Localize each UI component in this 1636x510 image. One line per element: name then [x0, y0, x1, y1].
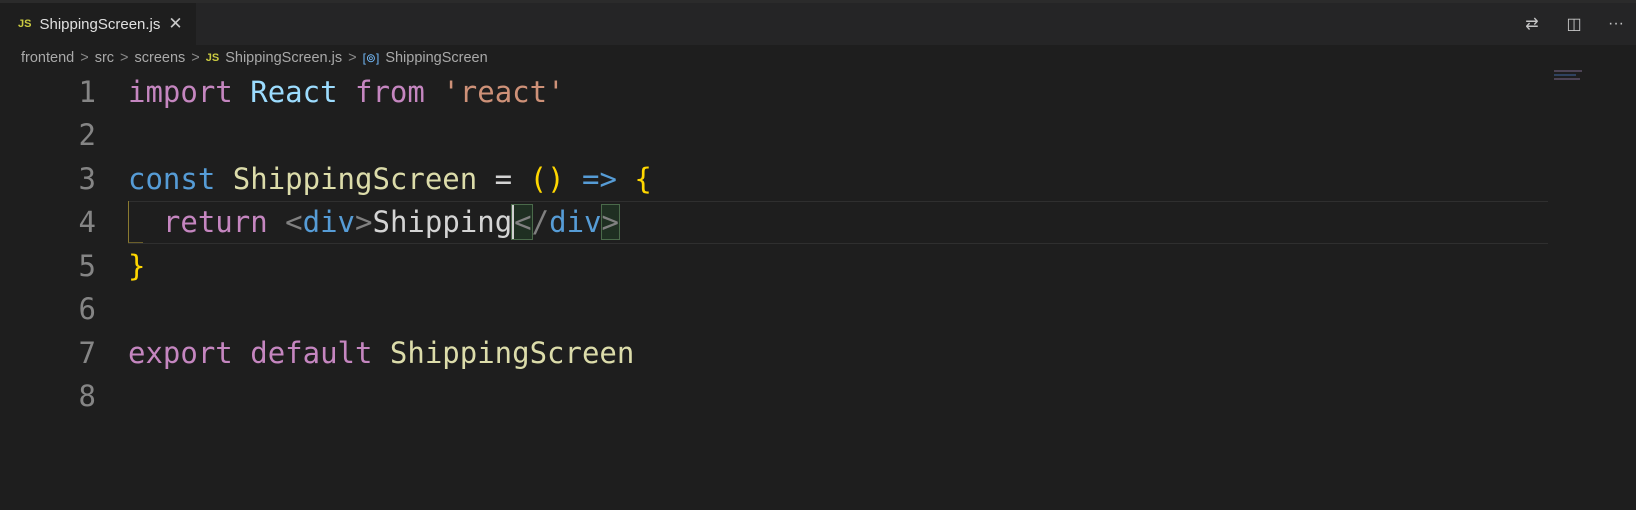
- breadcrumb-symbol[interactable]: ShippingScreen: [385, 50, 487, 66]
- js-file-icon: JS: [205, 52, 220, 64]
- code-token: React: [250, 74, 338, 109]
- code-token: =: [477, 161, 530, 196]
- minimap[interactable]: [1554, 70, 1584, 84]
- code-token: Shipping: [372, 205, 513, 240]
- code-token: export: [128, 335, 233, 370]
- code-line[interactable]: 1 import React from 'react': [0, 70, 1636, 114]
- code-token: ShippingScreen: [389, 335, 635, 370]
- chevron-right-icon: >: [191, 50, 200, 66]
- minimap-line: [1554, 70, 1582, 72]
- code-token: >: [355, 205, 373, 240]
- code-token: {: [634, 161, 652, 196]
- close-icon[interactable]: ✕: [168, 14, 182, 34]
- line-number: 7: [78, 335, 96, 370]
- breadcrumb-screens[interactable]: screens: [135, 50, 186, 66]
- js-file-icon: JS: [18, 18, 32, 30]
- code-token: }: [128, 248, 146, 283]
- code-text: return <div>Shipping</div>: [128, 204, 620, 241]
- breadcrumb-file[interactable]: ShippingScreen.js: [225, 50, 342, 66]
- breadcrumb: frontend > src > screens > JS ShippingSc…: [21, 46, 488, 70]
- code-token: (): [529, 161, 565, 196]
- code-token: div: [549, 205, 602, 240]
- line-number: 2: [78, 118, 96, 153]
- code-token: /: [531, 205, 550, 240]
- code-line[interactable]: 4 return <div>Shipping</div>: [0, 200, 1636, 245]
- code-token: default: [250, 335, 373, 370]
- code-token: =>: [582, 161, 617, 196]
- code-text: const ShippingScreen = () => {: [128, 162, 652, 196]
- minimap-line: [1554, 74, 1576, 76]
- more-actions-icon[interactable]: ···: [1606, 14, 1626, 34]
- code-token: >: [600, 204, 620, 241]
- code-text: import React from 'react': [128, 75, 565, 109]
- line-number: 6: [78, 292, 96, 327]
- minimap-line: [1554, 78, 1580, 80]
- chevron-right-icon: >: [348, 50, 357, 66]
- code-line[interactable]: 8: [0, 375, 1636, 419]
- open-changes-icon[interactable]: ⇄: [1522, 14, 1542, 34]
- code-token: div: [302, 205, 356, 240]
- code-token: const: [128, 161, 216, 196]
- code-token: from: [355, 74, 425, 109]
- code-line[interactable]: 7 export default ShippingScreen: [0, 331, 1636, 375]
- code-text: }: [128, 249, 145, 283]
- code-editor[interactable]: 1 import React from 'react' 2 3 const Shippi…: [0, 70, 1636, 418]
- code-token: return: [162, 205, 268, 240]
- split-editor-icon[interactable]: ◫: [1564, 14, 1584, 34]
- code-token: <: [285, 205, 303, 240]
- line-number: 1: [78, 74, 96, 109]
- code-text: export default ShippingScreen: [128, 336, 634, 370]
- line-number: 3: [78, 161, 96, 196]
- code-line[interactable]: 6: [0, 288, 1636, 332]
- breadcrumb-src[interactable]: src: [95, 50, 114, 66]
- tab-bar: JS ShippingScreen.js ✕ ⇄ ◫ ···: [0, 3, 1636, 45]
- line-number: 5: [78, 248, 96, 283]
- symbol-variable-icon: [⊚]: [362, 51, 380, 65]
- code-line[interactable]: 5}: [0, 244, 1636, 288]
- line-number: 8: [78, 379, 96, 414]
- editor-actions: ⇄ ◫ ···: [1522, 3, 1626, 45]
- code-line[interactable]: 3 const ShippingScreen = () => {: [0, 157, 1636, 201]
- code-token: <: [511, 204, 533, 241]
- chevron-right-icon: >: [80, 50, 89, 66]
- code-token: import: [128, 74, 233, 109]
- code-line[interactable]: 2: [0, 114, 1636, 158]
- chevron-right-icon: >: [120, 50, 129, 66]
- breadcrumb-frontend[interactable]: frontend: [21, 50, 74, 66]
- code-token: 'react': [442, 74, 565, 109]
- tab-shipping-screen[interactable]: JS ShippingScreen.js ✕: [0, 3, 196, 45]
- tab-title: ShippingScreen.js: [39, 15, 161, 33]
- line-number: 4: [78, 205, 96, 240]
- code-token: ShippingScreen: [232, 161, 478, 196]
